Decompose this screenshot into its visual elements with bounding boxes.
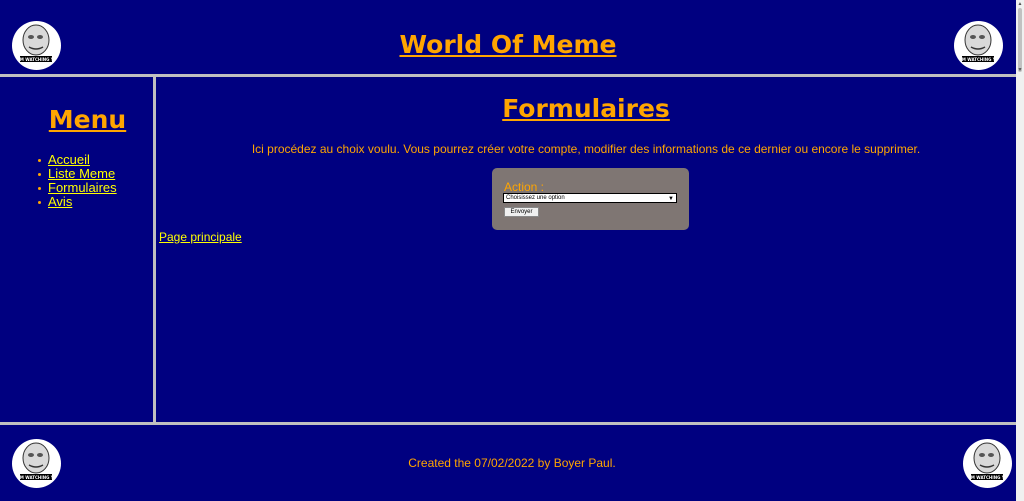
menu-list: Accueil Liste Meme Formulaires Avis <box>38 153 117 209</box>
scroll-down-icon[interactable]: ▼ <box>1016 66 1024 74</box>
menu-link-formulaires[interactable]: Formulaires <box>48 181 117 195</box>
svg-text:IM WATCHING Y: IM WATCHING Y <box>969 475 1004 480</box>
site-title: World Of Meme <box>399 30 617 59</box>
action-select-value: Choisissez une option <box>506 195 565 201</box>
menu-title: Menu <box>48 105 127 134</box>
footer-divider <box>0 422 1016 425</box>
action-form: Action : Choisissez une option ▼ Envoyer <box>492 168 689 230</box>
menu-link-accueil[interactable]: Accueil <box>48 153 90 167</box>
action-select[interactable]: Choisissez une option ▼ <box>503 193 677 203</box>
bullet-icon <box>38 186 41 190</box>
scroll-up-icon[interactable]: ▲ <box>1016 0 1024 8</box>
menu-item: Avis <box>38 195 117 209</box>
svg-text:IM WATCHING Y: IM WATCHING Y <box>960 57 995 62</box>
scrollbar-thumb[interactable] <box>1018 8 1022 72</box>
bullet-icon <box>38 158 41 162</box>
menu-item: Formulaires <box>38 181 117 195</box>
home-page-link[interactable]: Page principale <box>159 230 242 244</box>
page: IM WATCHING Y World Of Meme IM WATCHING … <box>0 0 1024 501</box>
footer-credit: Created the 07/02/2022 by Boyer Paul. <box>408 456 616 470</box>
menu-item: Liste Meme <box>38 167 117 181</box>
menu-link-liste-meme[interactable]: Liste Meme <box>48 167 115 181</box>
meme-face-icon: IM WATCHING Y <box>963 439 1012 488</box>
bullet-icon <box>38 172 41 176</box>
bullet-icon <box>38 200 41 204</box>
menu-link-avis[interactable]: Avis <box>48 195 72 209</box>
submit-button[interactable]: Envoyer <box>504 207 539 217</box>
svg-text:IM WATCHING Y: IM WATCHING Y <box>18 475 53 480</box>
page-description: Ici procédez au choix voulu. Vous pourre… <box>251 142 921 156</box>
sidebar-divider <box>153 77 156 422</box>
chevron-down-icon: ▼ <box>668 196 674 202</box>
menu-item: Accueil <box>38 153 117 167</box>
page-title: Formulaires <box>502 94 670 123</box>
meme-face-icon: IM WATCHING Y <box>954 21 1003 70</box>
scrollbar[interactable] <box>1016 0 1024 501</box>
action-label: Action : <box>504 180 545 194</box>
